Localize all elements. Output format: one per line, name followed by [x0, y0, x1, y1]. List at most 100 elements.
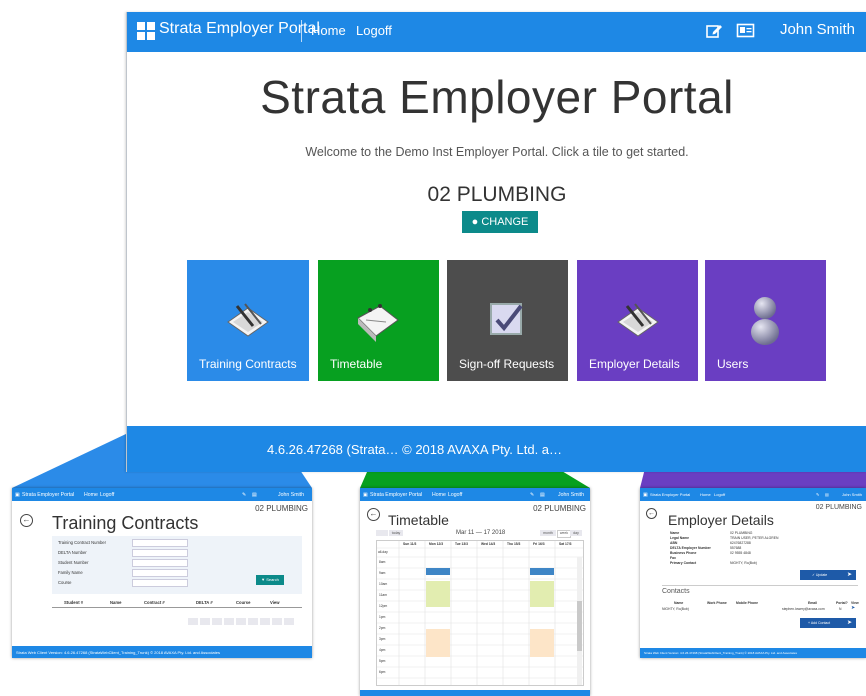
- organisation-name: 02 PLUMBING: [427, 183, 567, 206]
- detail-key: Primary Contact: [670, 561, 697, 565]
- preview-edit-icon: ✎: [530, 491, 535, 498]
- preview-edit-icon: ✎: [816, 491, 820, 497]
- preview-footer: Strata Web Client Version: 4.6.26.47268 …: [640, 648, 866, 658]
- tile-signoff-requests[interactable]: Sign-off Requests: [447, 260, 568, 381]
- detail-value: 62476827288: [730, 541, 751, 545]
- footer-version-text: 4.6.26.47268 (Strata… © 2018 AVAXA Pty. …: [267, 442, 563, 457]
- field-label: Family Name: [58, 570, 83, 575]
- tile-label: Users: [717, 357, 749, 371]
- contact-name: NIGHTY, Ro(Bob): [662, 607, 689, 611]
- preview-brand: Strata Employer Portal: [370, 491, 423, 498]
- view-month-button: month: [540, 530, 556, 536]
- calendar-scrollbar: [577, 601, 582, 651]
- column-header: Course: [236, 600, 251, 605]
- tile-timetable[interactable]: Timetable: [318, 260, 439, 381]
- checkbox-checked-icon: [490, 303, 523, 335]
- welcome-text: Welcome to the Demo Inst Employer Portal…: [305, 145, 689, 159]
- detail-value: TRAIN USER, PETER ALGREN: [730, 536, 779, 540]
- employer-details-icon: [617, 303, 659, 337]
- preview-user: John Smith: [278, 491, 304, 498]
- search-panel: Training Contract Number DELTA Number St…: [52, 536, 302, 594]
- preview-id-card-icon: ▤: [825, 491, 829, 497]
- preview-logoff-link: Logoff: [448, 491, 463, 498]
- preview-footer: Strata Web Client Version: 4.6.26.47268 …: [12, 646, 312, 658]
- portal-logo-icon: [137, 22, 155, 40]
- view-week-button: week: [557, 530, 571, 538]
- table-divider: [52, 607, 302, 608]
- preview-home-link: Home: [700, 491, 711, 497]
- nav-logoff-link[interactable]: Logoff: [356, 23, 392, 38]
- tile-label: Training Contracts: [199, 357, 297, 371]
- tile-users[interactable]: Users: [705, 260, 826, 381]
- column-header: View: [270, 600, 280, 605]
- column-header: Name: [674, 601, 684, 605]
- field-input: [132, 579, 188, 587]
- tile-training-contracts[interactable]: Training Contracts: [187, 260, 309, 381]
- calendar-lines: [377, 541, 583, 685]
- preview-id-card-icon: ▤: [540, 491, 545, 498]
- id-card-icon[interactable]: [736, 22, 756, 40]
- preview-logo-icon: ▣: [15, 491, 20, 498]
- map-marker-icon: ●: [471, 216, 479, 228]
- calendar-event: [530, 568, 554, 575]
- calendar-event: [426, 568, 450, 575]
- brand-title[interactable]: Strata Employer Portal: [159, 20, 320, 38]
- timetable-preview: ▣ Strata Employer Portal Home Logoff ✎ ▤…: [360, 488, 590, 696]
- training-contracts-preview: ▣ Strata Employer Portal Home Logoff ✎ ▤…: [12, 488, 312, 658]
- date-range: Mar 11 — 17 2018: [456, 530, 506, 536]
- detail-key: DELTA Employer Number: [670, 546, 711, 550]
- detail-key: ABN: [670, 541, 678, 545]
- calendar-event: [426, 581, 450, 607]
- employer-details-preview: ▣ Strata Employer Portal Home Logoff ✎ ▤…: [640, 488, 866, 658]
- preview-footer-text: Strata Web Client Version: 4.6.26.47268 …: [16, 650, 220, 655]
- change-organisation-button[interactable]: ● CHANGE: [462, 211, 538, 233]
- preview-brand: Strata Employer Portal: [650, 491, 691, 497]
- update-label: Update: [815, 573, 828, 577]
- prev-button: [376, 530, 388, 536]
- pagination-buttons: [188, 618, 294, 625]
- preview-logo-icon: ▣: [643, 491, 648, 498]
- field-input: [132, 569, 188, 577]
- tile-employer-details[interactable]: Employer Details: [577, 260, 698, 381]
- field-label: Course: [58, 580, 72, 585]
- column-header: Mobile Phone: [736, 601, 759, 605]
- preview-logoff-link: Logoff: [100, 491, 115, 498]
- circle-arrow-icon: ➤: [846, 620, 852, 626]
- column-header: Student #: [64, 600, 84, 605]
- tile-label: Sign-off Requests: [459, 357, 555, 371]
- field-input: [132, 549, 188, 557]
- tile-label: Employer Details: [589, 357, 680, 371]
- contacts-heading: Contacts: [662, 588, 690, 595]
- preview-logoff-link: Logoff: [714, 491, 726, 497]
- detail-value: 02 9555 4848: [730, 551, 751, 555]
- top-navbar: Strata Employer Portal Home Logoff John …: [127, 12, 866, 52]
- edit-icon[interactable]: [705, 22, 723, 40]
- add-contact-button: + Add Contact ➤: [800, 618, 856, 628]
- calendar-event: [530, 629, 554, 657]
- preview-search-button: ▼ Search: [256, 575, 284, 585]
- field-input: [132, 559, 188, 567]
- detail-value: 557688: [730, 546, 742, 550]
- back-arrow-icon: ←: [20, 514, 33, 527]
- detail-value: NIGHTY, Ro(Bob): [730, 561, 757, 565]
- calendar-grid: Sun 11/3 Mon 12/3 Tue 13/3 Wed 14/3 Thu …: [376, 540, 584, 686]
- view-day-button: day: [570, 530, 582, 536]
- search-label: Search: [266, 577, 279, 582]
- back-arrow-icon: ←: [367, 508, 380, 521]
- preview-logo-icon: ▣: [363, 491, 368, 498]
- pagination: [188, 612, 296, 625]
- detail-key: Legal Name: [670, 536, 690, 540]
- preview-edit-icon: ✎: [242, 491, 247, 498]
- preview-user: John Smith: [558, 491, 584, 498]
- contact-portal: N: [839, 607, 842, 611]
- column-header: Work Phone: [707, 601, 727, 605]
- nav-home-link[interactable]: Home: [311, 23, 346, 38]
- preview-footer: [360, 690, 590, 696]
- change-button-label: CHANGE: [481, 216, 529, 228]
- preview-org: 02 PLUMBING: [533, 504, 586, 513]
- section-divider: [662, 585, 858, 586]
- user-menu[interactable]: John Smith: [780, 21, 855, 38]
- field-label: Student Number: [58, 560, 89, 565]
- preview-footer-text: Strata Web Client Version: 4.6.26.47268 …: [644, 651, 797, 655]
- detail-key: Name: [670, 531, 680, 535]
